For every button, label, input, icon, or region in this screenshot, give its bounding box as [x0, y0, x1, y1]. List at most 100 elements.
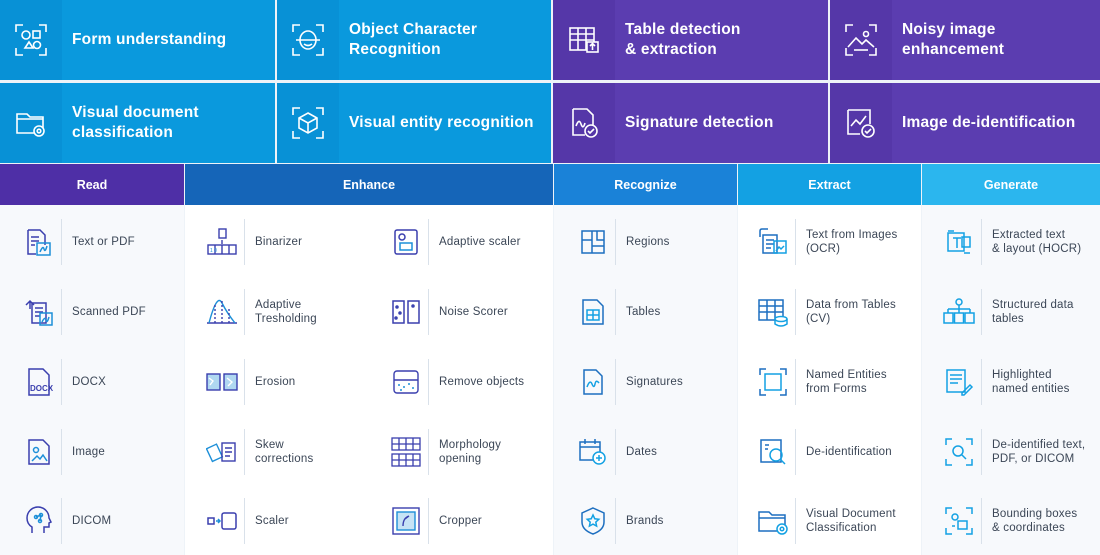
cell-label: Noise Scorer: [439, 305, 508, 318]
svg-text:DOCX: DOCX: [30, 384, 54, 393]
tile-form-understanding[interactable]: Form understanding: [0, 0, 275, 80]
cell-adaptive-scaler[interactable]: Adaptive scaler: [383, 208, 521, 276]
cell-text-from-images[interactable]: Text from Images (OCR): [750, 208, 897, 276]
tile-noisy-image-enhancement[interactable]: Noisy image enhancement: [830, 0, 1100, 80]
cell-label: DICOM: [72, 514, 112, 527]
tile-label: Image de-identification: [902, 114, 1076, 131]
cell-data-from-tables[interactable]: Data from Tables (CV): [750, 278, 896, 346]
tile-table-detection[interactable]: Table detection & extraction: [553, 0, 828, 80]
tile-label: Signature detection: [625, 114, 774, 131]
category-recognize[interactable]: Recognize: [554, 164, 737, 205]
skew-icon: [199, 429, 245, 475]
cell-image[interactable]: Image: [16, 418, 105, 486]
category-read[interactable]: Read: [0, 164, 184, 205]
svg-text:1 0: 1 0: [210, 248, 217, 254]
cell-extracted-text-hocr[interactable]: Extracted text & layout (HOCR): [936, 208, 1081, 276]
deidentification-icon: [750, 429, 796, 475]
cell-scanned-pdf[interactable]: Scanned PDF: [16, 278, 146, 346]
brands-icon: [570, 498, 616, 544]
cell-tables[interactable]: Tables: [570, 278, 660, 346]
cell-erosion[interactable]: Erosion: [199, 348, 295, 416]
ocr-icon: [750, 219, 796, 265]
cell-label: Text from Images (OCR): [806, 228, 898, 256]
cell-binarizer[interactable]: 1 0 Binarizer: [199, 208, 302, 276]
morphology-icon: [383, 429, 429, 475]
cell-label: De-identification: [806, 445, 892, 458]
image-enhance-icon: [830, 0, 892, 80]
category-enhance[interactable]: Enhance: [185, 164, 553, 205]
tile-object-character-recognition[interactable]: Object Character Recognition: [277, 0, 551, 80]
cell-label: Bounding boxes & coordinates: [992, 507, 1078, 535]
tile-label: Visual document classification: [72, 104, 199, 141]
category-extract[interactable]: Extract: [738, 164, 921, 205]
cell-visual-document-classification[interactable]: Visual Document Classification: [750, 487, 896, 555]
cell-scaler[interactable]: Scaler: [199, 487, 289, 555]
highlighted-entities-icon: [936, 359, 982, 405]
cell-label: Erosion: [255, 375, 296, 388]
cell-label: Binarizer: [255, 235, 303, 248]
tile-label: Form understanding: [72, 31, 227, 48]
tables-icon: [570, 289, 616, 335]
tile-visual-entity-recognition[interactable]: Visual entity recognition: [277, 83, 551, 163]
cell-text-or-pdf[interactable]: Text or PDF: [16, 208, 135, 276]
cell-structured-data-tables[interactable]: Structured data tables: [936, 278, 1074, 346]
cell-morphology-opening[interactable]: Morphology opening: [383, 418, 501, 486]
cell-regions[interactable]: Regions: [570, 208, 670, 276]
hocr-icon: [936, 219, 982, 265]
category-header: Read Enhance Recognize Extract Generate: [0, 164, 1100, 205]
image-icon: [16, 429, 62, 475]
docx-icon: DOCX: [16, 359, 62, 405]
cell-label: Scanned PDF: [72, 305, 146, 318]
signature-check-icon: [553, 83, 615, 163]
tile-label: Table detection & extraction: [625, 21, 741, 58]
chart-check-icon: [830, 83, 892, 163]
grid-row: DICOM Scaler Cropper Brands Visual Docum…: [0, 487, 1100, 555]
cell-label: Structured data tables: [992, 298, 1074, 326]
noise-scorer-icon: [383, 289, 429, 335]
cube-scan-icon: [277, 83, 339, 163]
cell-noise-scorer[interactable]: Noise Scorer: [383, 278, 508, 346]
cell-cropper[interactable]: Cropper: [383, 487, 482, 555]
cell-highlighted-named-entities[interactable]: Highlighted named entities: [936, 348, 1070, 416]
cell-label: Dates: [626, 445, 658, 458]
tile-image-deidentification[interactable]: Image de-identification: [830, 83, 1100, 163]
cell-de-identification[interactable]: De-identification: [750, 418, 892, 486]
cell-signatures[interactable]: Signatures: [570, 348, 683, 416]
adaptive-scaler-icon: [383, 219, 429, 265]
cell-label: Text or PDF: [72, 235, 135, 248]
structured-data-icon: [936, 289, 982, 335]
face-scan-icon: [277, 0, 339, 80]
grid-row: Scanned PDF Adaptive Tresholding Noise S…: [0, 278, 1100, 346]
table-data-icon: [750, 289, 796, 335]
cell-label: Cropper: [439, 514, 482, 527]
scanned-pdf-icon: [16, 289, 62, 335]
cell-adaptive-tresholding[interactable]: Adaptive Tresholding: [199, 278, 317, 346]
cell-label: Scaler: [255, 514, 289, 527]
cell-remove-objects[interactable]: Remove objects: [383, 348, 524, 416]
grid-row: DOCX DOCX Erosion Remove objects Signatu…: [0, 348, 1100, 416]
feature-tiles: Form understanding Object Character Reco…: [0, 0, 1100, 163]
cell-label: Visual Document Classification: [806, 507, 896, 535]
table-extract-icon: [553, 0, 615, 80]
shapes-scan-icon: [0, 0, 62, 80]
cell-brands[interactable]: Brands: [570, 487, 664, 555]
category-generate[interactable]: Generate: [922, 164, 1100, 205]
cell-skew-corrections[interactable]: Skew corrections: [199, 418, 313, 486]
cell-deidentified-output[interactable]: De-identified text, PDF, or DICOM: [936, 418, 1085, 486]
tile-label: Noisy image enhancement: [902, 21, 1005, 58]
cell-label: Adaptive Tresholding: [255, 298, 317, 326]
tile-signature-detection[interactable]: Signature detection: [553, 83, 828, 163]
remove-objects-icon: [383, 359, 429, 405]
tile-label: Visual entity recognition: [349, 114, 534, 131]
cell-named-entities[interactable]: Named Entities from Forms: [750, 348, 887, 416]
cell-bounding-boxes[interactable]: Bounding boxes & coordinates: [936, 487, 1077, 555]
dates-icon: [570, 429, 616, 475]
tile-visual-document-classification[interactable]: Visual document classification: [0, 83, 275, 163]
cell-label: Adaptive scaler: [439, 235, 521, 248]
named-entities-icon: [750, 359, 796, 405]
cell-label: DOCX: [72, 375, 107, 388]
cell-docx[interactable]: DOCX DOCX: [16, 348, 106, 416]
cell-dicom[interactable]: DICOM: [16, 487, 111, 555]
cell-label: Extracted text & layout (HOCR): [992, 228, 1082, 256]
cell-dates[interactable]: Dates: [570, 418, 657, 486]
